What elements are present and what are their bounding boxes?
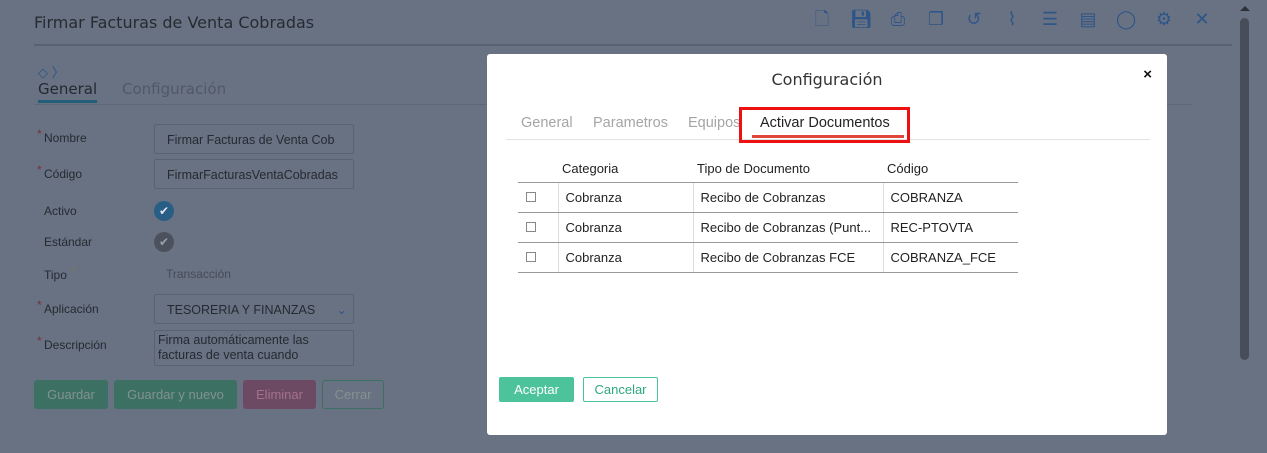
settings-icon[interactable]: ⚙ [1154,8,1174,30]
divider [34,44,1232,46]
row-select [518,242,558,273]
tag-icon[interactable]: ◇ 〉 [38,62,65,81]
descripcion-label: Descripción [37,334,107,352]
tipo-text: Tipo [44,268,67,282]
checklist-icon[interactable]: ☰ [1040,8,1060,30]
activo-check-icon[interactable]: ✔ [154,201,174,221]
codigo-input[interactable]: FirmarFacturasVentaCobradas [154,159,354,189]
close-icon[interactable]: × [1143,66,1152,83]
eliminar-button[interactable]: Eliminar [243,380,316,409]
descripcion-textarea[interactable]: Firma automáticamente las facturas de ve… [154,330,354,366]
scroll-up-arrow[interactable] [1240,6,1250,11]
dialog-title: Configuración [771,70,883,89]
aplicacion-select[interactable]: TESORERIA Y FINANZAS ⌄ [154,294,354,324]
col-codigo: Código [883,155,1018,183]
row-checkbox[interactable] [526,221,536,232]
cell-codigo: COBRANZA_FCE [882,242,1018,273]
col-categoria: Categoria [558,155,693,183]
scrollbar[interactable] [1240,18,1249,360]
cell-tipo: Recibo de Cobranzas [692,182,883,213]
cell-tipo: Recibo de Cobranzas (Punt... [692,212,883,243]
row-select [518,212,558,243]
codigo-label: Código [37,163,82,181]
select-header [518,155,558,183]
cell-categoria: Cobranza [557,212,693,243]
copy-icon[interactable]: ❐ [926,8,946,30]
guardar-button[interactable]: Guardar [34,380,108,409]
activo-label: Activo [44,204,77,218]
aceptar-button[interactable]: Aceptar [499,377,574,402]
tab-configuracion[interactable]: Configuración [122,80,226,98]
history-icon[interactable]: ↺ [964,8,984,30]
toolbar: 🗋 💾︎ ⎙ ❐ ↺ ⌇ ☰ ▤ ◯ ⚙ ✕ [812,8,1212,30]
close-icon[interactable]: ✕ [1192,8,1212,30]
estandar-label: Estándar [44,235,93,249]
tab-general[interactable]: General [521,115,573,131]
col-tipo: Tipo de Documento [693,155,883,183]
save-icon[interactable]: 💾︎ [850,8,873,30]
table-row: Cobranza Recibo de Cobranzas (Punt... RE… [518,212,1018,243]
table-row: Cobranza Recibo de Cobranzas FCE COBRANZ… [518,242,1018,273]
tipo-label: Tipo ? [44,266,75,282]
documents-table: Categoria Tipo de Documento Código Cobra… [518,155,1018,273]
highlight-box [739,107,910,143]
attach-icon[interactable]: ⌇ [1002,8,1022,30]
new-document-icon[interactable]: 🗋 [812,8,832,30]
help-icon[interactable]: ? [70,266,75,276]
aplicacion-value: TESORERIA Y FINANZAS [167,303,316,317]
tipo-value: Transacción [166,267,231,281]
cell-codigo: REC-PTOVTA [882,212,1018,243]
guardar-nuevo-button[interactable]: Guardar y nuevo [114,380,237,409]
cell-tipo: Recibo de Cobranzas FCE [692,242,883,273]
table-row: Cobranza Recibo de Cobranzas COBRANZA [518,182,1018,213]
report-icon[interactable]: ▤ [1078,8,1098,30]
tab-parametros[interactable]: Parametros [593,115,668,131]
table-header: Categoria Tipo de Documento Código [518,155,1018,183]
estandar-check-icon[interactable]: ✔ [154,232,174,252]
nombre-label: Nombre [37,127,87,145]
tab-general[interactable]: General [38,80,98,103]
cancelar-button[interactable]: Cancelar [583,377,658,402]
chevron-down-icon: ⌄ [336,303,347,317]
configuracion-dialog: Configuración × General Parametros Equip… [487,54,1167,435]
row-select [518,182,558,213]
cell-categoria: Cobranza [557,242,693,273]
comment-icon[interactable]: ◯ [1116,8,1136,30]
print-icon[interactable]: ⎙ [888,8,908,30]
cell-categoria: Cobranza [557,182,693,213]
tab-equipos[interactable]: Equipos [688,115,740,131]
nombre-input[interactable]: Firmar Facturas de Venta Cob [154,124,354,154]
page-title: Firmar Facturas de Venta Cobradas [34,13,315,32]
cell-codigo: COBRANZA [882,182,1018,213]
cerrar-button[interactable]: Cerrar [322,380,384,409]
aplicacion-label: Aplicación [37,298,99,316]
row-checkbox[interactable] [526,251,536,262]
row-checkbox[interactable] [526,191,536,202]
